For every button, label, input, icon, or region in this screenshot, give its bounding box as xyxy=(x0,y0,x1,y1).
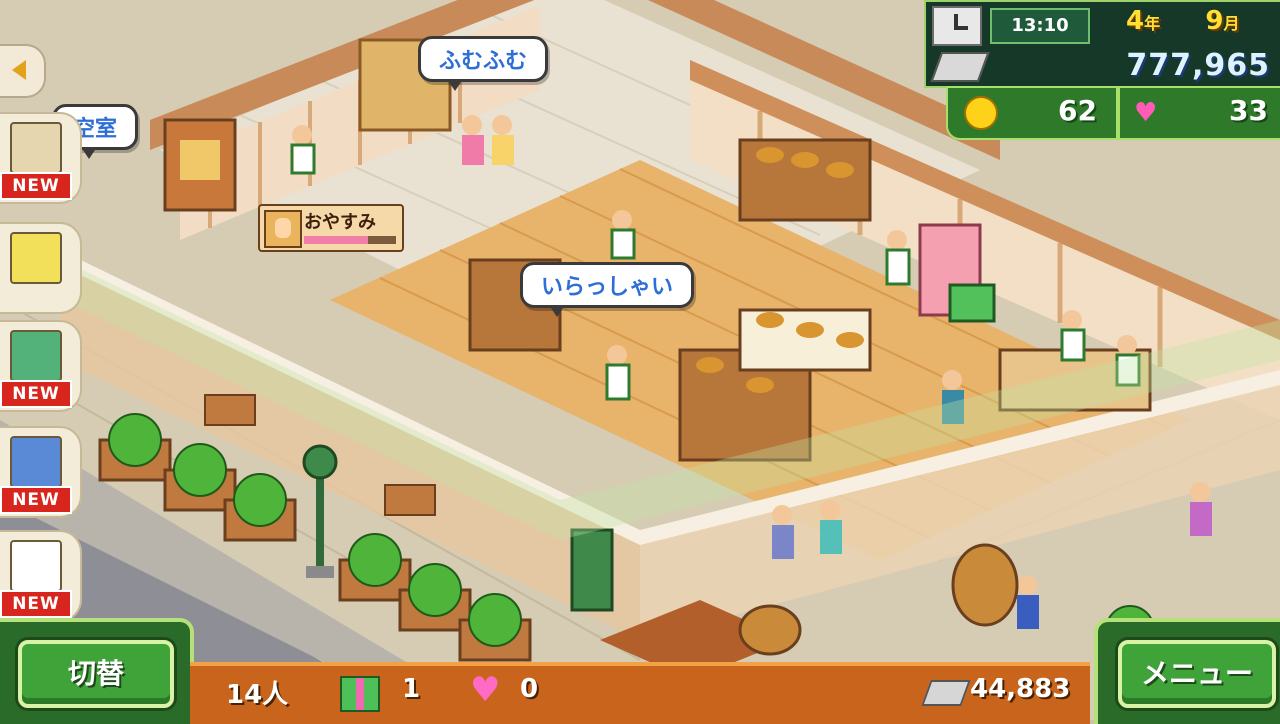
heart-icon: ♥ xyxy=(1134,98,1158,128)
sidebar-tab-messages[interactable]: NEW xyxy=(0,426,82,518)
switch-button[interactable]: 切替 xyxy=(18,640,174,708)
shelf-icon xyxy=(10,330,62,382)
year-unit: 年 xyxy=(1144,14,1161,33)
menu-button[interactable]: メニュー xyxy=(1118,640,1276,708)
medal-count: 62 xyxy=(1058,94,1097,127)
date-display: 4年 9月 xyxy=(1126,6,1239,36)
new-badge: NEW xyxy=(0,380,72,408)
new-badge: NEW xyxy=(0,590,72,618)
money-value: 777,965 xyxy=(1126,48,1270,83)
back-arrow-button[interactable] xyxy=(0,44,46,98)
time-date-row: 13:10 4年 9月 xyxy=(924,0,1280,50)
heart-count: 0 xyxy=(520,674,539,704)
sidebar-tab-display[interactable]: NEW xyxy=(0,530,82,622)
month-unit: 月 xyxy=(1223,14,1240,33)
fatigue-bar-fill xyxy=(304,236,369,244)
new-badge: NEW xyxy=(0,486,72,514)
new-badge: NEW xyxy=(0,172,72,200)
fatigue-bar xyxy=(304,236,396,244)
stats-divider xyxy=(1116,88,1120,138)
bottom-status-bar: 14人 1 ♥ 0 44,883 xyxy=(190,662,1090,724)
time-display: 13:10 xyxy=(990,8,1090,44)
staff-portrait-icon xyxy=(264,210,302,248)
silver-count: 44,883 xyxy=(970,674,1071,704)
screen-icon xyxy=(10,540,62,592)
staff-status-tag[interactable]: おやすみ xyxy=(258,204,404,252)
gift-icon xyxy=(340,676,380,712)
sidebar-tab-staff[interactable] xyxy=(0,222,82,314)
month-value: 9 xyxy=(1205,6,1224,36)
sidebar-tab-shelves[interactable]: NEW xyxy=(0,320,82,412)
points-row: 62 ♥ 33 xyxy=(946,86,1280,140)
speech-bubble-welcome: いらっしゃい xyxy=(520,262,695,317)
money-row: 777,965 xyxy=(924,46,1280,88)
gift-count: 1 xyxy=(402,674,421,704)
speech-bubble-thinking: ふむふむ xyxy=(418,36,549,91)
year-value: 4 xyxy=(1126,6,1145,36)
bread-item-icon xyxy=(10,122,62,174)
sidebar-tab-items[interactable]: NEW xyxy=(0,112,82,204)
heart-count: 33 xyxy=(1229,94,1268,127)
speech-icon xyxy=(10,436,62,488)
clock-icon xyxy=(932,6,982,46)
medal-icon xyxy=(964,96,998,130)
money-icon xyxy=(930,52,990,82)
staff-status-label: おやすみ xyxy=(304,212,376,233)
silver-icon xyxy=(921,680,971,706)
status-hud: 13:10 4年 9月 777,965 62 ♥ 33 xyxy=(920,0,1280,140)
customer-count: 14人 xyxy=(226,680,289,710)
heart-icon: ♥ xyxy=(470,670,501,710)
staff-icon xyxy=(10,232,62,284)
